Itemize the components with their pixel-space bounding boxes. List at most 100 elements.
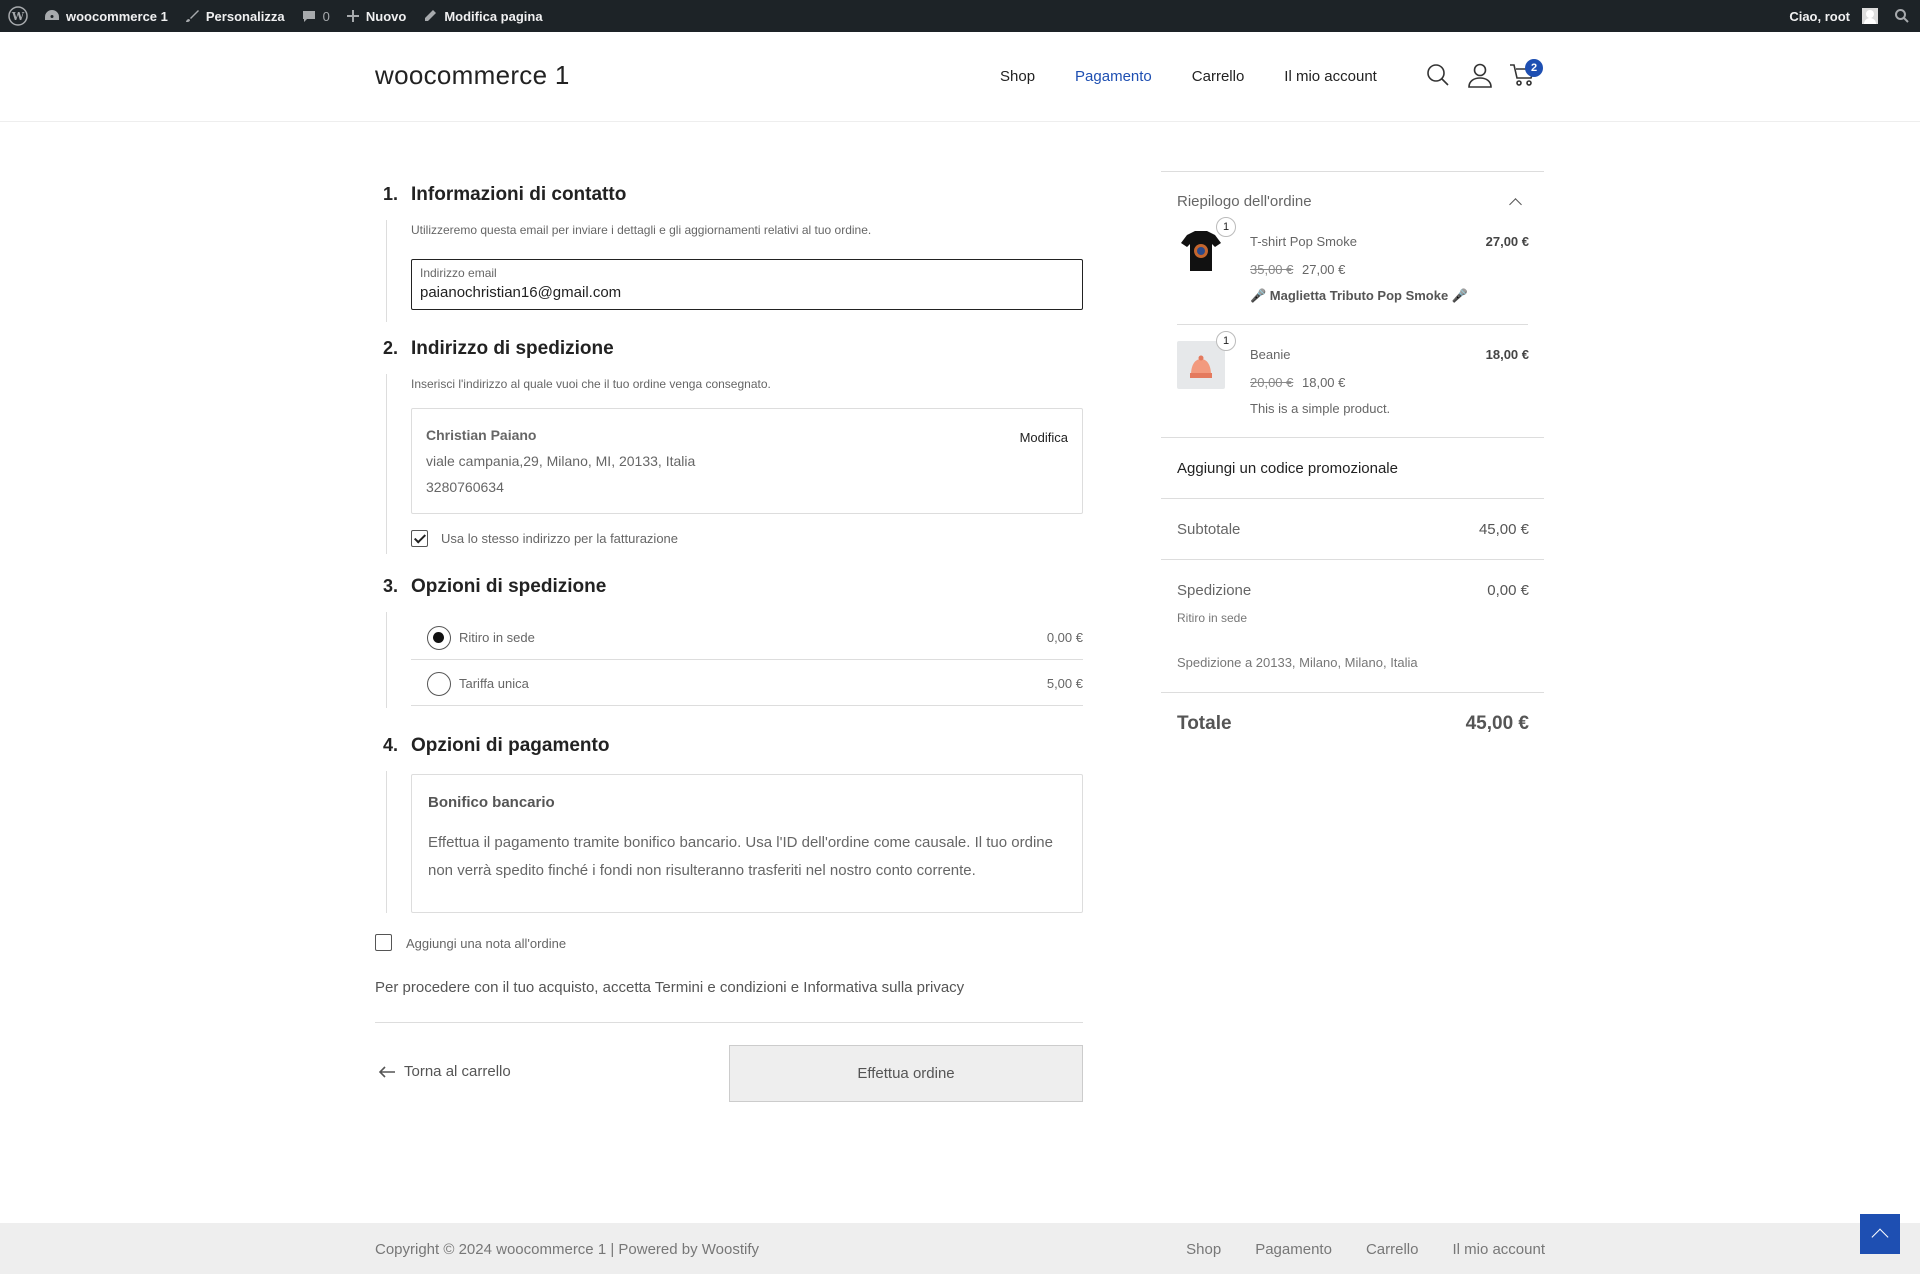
step-2-number: 2. <box>383 338 399 358</box>
search-icon[interactable] <box>1425 62 1451 88</box>
item-name: T-shirt Pop Smoke <box>1250 234 1357 249</box>
order-note-checkbox[interactable] <box>375 934 392 951</box>
same-billing-checkbox[interactable] <box>411 530 428 547</box>
shipping-option-name: Ritiro in sede <box>459 630 535 645</box>
main-nav: Shop Pagamento Carrello Il mio account <box>1000 68 1417 85</box>
arrow-left-icon <box>378 1065 395 1078</box>
shipping-method-label: Ritiro in sede <box>1177 611 1248 625</box>
subtotal-label: Subtotale <box>1177 521 1241 538</box>
nav-account[interactable]: Il mio account <box>1284 68 1377 85</box>
admin-edit-page-link[interactable]: Modifica pagina <box>414 0 550 32</box>
item-quantity-badge: 1 <box>1216 217 1236 237</box>
back-to-cart-label: Torna al carrello <box>404 1063 511 1080</box>
brush-icon <box>185 10 199 22</box>
shipping-option-flat-rate[interactable]: Tariffa unica 5,00 € <box>411 660 1083 706</box>
total-label: Totale <box>1177 713 1232 734</box>
footer-nav: Shop Pagamento Carrello Il mio account <box>1186 1241 1545 1258</box>
admin-comments-count: 0 <box>322 8 330 24</box>
total-value: 45,00 € <box>1465 713 1529 734</box>
admin-account-link[interactable]: Ciao, root <box>1781 0 1886 32</box>
site-header: woocommerce 1 Shop Pagamento Carrello Il… <box>0 32 1920 122</box>
admin-greeting: Ciao, root <box>1789 8 1850 24</box>
shipping-option-pickup[interactable]: Ritiro in sede 0,00 € <box>411 614 1083 660</box>
scroll-to-top-button[interactable] <box>1860 1214 1900 1254</box>
order-note-label: Aggiungi una nota all'ordine <box>406 936 567 951</box>
admin-customize-link[interactable]: Personalizza <box>176 0 293 32</box>
payment-method-card[interactable]: Bonifico bancario Effettua il pagamento … <box>411 774 1083 913</box>
summary-divider <box>1161 437 1544 438</box>
shipping-radio-flat-rate[interactable] <box>427 672 451 696</box>
footer-nav-carrello[interactable]: Carrello <box>1366 1241 1419 1258</box>
email-field[interactable]: Indirizzo email paianochristian16@gmail.… <box>411 259 1083 310</box>
beanie-thumbnail <box>1177 341 1225 389</box>
divider <box>375 1022 1083 1023</box>
pencil-icon <box>425 10 437 21</box>
place-order-button[interactable]: Effettua ordine <box>729 1045 1083 1102</box>
item-sale-price: 18,00 € <box>1302 375 1346 390</box>
item-price: 27,00 € <box>1485 234 1529 249</box>
subtotal-value: 45,00 € <box>1478 521 1529 538</box>
admin-search-icon[interactable] <box>1886 0 1920 32</box>
plus-icon <box>346 10 359 22</box>
admin-bar: W woocommerce 1 Personalizza 0 Nuovo Mod… <box>0 0 1920 32</box>
step-1-title: Informazioni di contatto <box>411 184 627 205</box>
footer-nav-shop[interactable]: Shop <box>1186 1241 1221 1258</box>
footer-nav-account[interactable]: Il mio account <box>1452 1241 1545 1258</box>
shipping-option-name: Tariffa unica <box>459 676 529 691</box>
edit-address-button[interactable]: Modifica <box>1020 430 1068 445</box>
item-divider <box>1177 324 1528 325</box>
email-field-label: Indirizzo email <box>420 266 497 280</box>
admin-new-link[interactable]: Nuovo <box>338 0 414 32</box>
shipping-radio-pickup[interactable] <box>427 626 451 650</box>
admin-new-label: Nuovo <box>365 8 407 24</box>
step-1-number: 1. <box>383 184 399 204</box>
step-3-number: 3. <box>383 576 399 596</box>
summary-divider <box>1161 559 1544 560</box>
step-4-line <box>386 771 387 913</box>
site-title[interactable]: woocommerce 1 <box>375 60 570 91</box>
step-1-line <box>386 220 387 322</box>
add-coupon-link[interactable]: Aggiungi un codice promozionale <box>1177 460 1398 477</box>
dashboard-icon <box>45 10 59 20</box>
shipping-option-price: 5,00 € <box>1046 676 1083 691</box>
item-description: 🎤 Maglietta Tributo Pop Smoke 🎤 <box>1250 288 1469 303</box>
step-2-title: Indirizzo di spedizione <box>411 338 614 359</box>
shipping-address-card: Christian Paiano viale campania,29, Mila… <box>411 408 1083 514</box>
svg-text:W: W <box>11 10 25 23</box>
payment-method-title: Bonifico bancario <box>428 794 555 811</box>
user-icon[interactable] <box>1467 62 1493 88</box>
footer-nav-pagamento[interactable]: Pagamento <box>1255 1241 1332 1258</box>
same-billing-label: Usa lo stesso indirizzo per la fatturazi… <box>441 531 679 546</box>
admin-site-link[interactable]: woocommerce 1 <box>36 0 176 32</box>
item-old-price: 20,00 € <box>1250 375 1294 390</box>
item-name: Beanie <box>1250 347 1291 362</box>
address-phone: 3280760634 <box>426 479 504 495</box>
order-summary-toggle[interactable]: Riepilogo dell'ordine <box>1177 193 1312 210</box>
tshirt-thumbnail <box>1177 227 1225 275</box>
item-sale-price: 27,00 € <box>1302 262 1346 277</box>
nav-pagamento[interactable]: Pagamento <box>1075 68 1152 85</box>
payment-method-description: Effettua il pagamento tramite bonifico b… <box>428 834 1053 879</box>
shipping-value: 0,00 € <box>1487 582 1529 599</box>
nav-carrello[interactable]: Carrello <box>1192 68 1245 85</box>
admin-customize-label: Personalizza <box>205 8 285 24</box>
nav-shop[interactable]: Shop <box>1000 68 1035 85</box>
email-field-value[interactable]: paianochristian16@gmail.com <box>420 284 621 301</box>
back-to-cart-link[interactable]: Torna al carrello <box>378 1063 511 1080</box>
shipping-label: Spedizione <box>1177 582 1252 599</box>
step-1-description: Utilizzeremo questa email per inviare i … <box>411 223 872 237</box>
item-quantity-badge: 1 <box>1216 331 1236 351</box>
address-line: viale campania,29, Milano, MI, 20133, It… <box>426 453 696 469</box>
cart-count-badge: 2 <box>1525 59 1543 77</box>
step-4-title: Opzioni di pagamento <box>411 735 610 756</box>
step-2-description: Inserisci l'indirizzo al quale vuoi che … <box>411 377 771 391</box>
comment-icon <box>302 11 315 22</box>
item-price: 18,00 € <box>1485 347 1529 362</box>
chevron-up-icon[interactable] <box>1509 198 1522 211</box>
site-footer: Copyright © 2024 woocommerce 1 | Powered… <box>0 1223 1920 1274</box>
summary-top-border <box>1161 171 1544 172</box>
item-old-price: 35,00 € <box>1250 262 1294 277</box>
wordpress-logo-icon[interactable]: W <box>0 0 36 32</box>
avatar <box>1862 8 1878 24</box>
admin-comments-link[interactable]: 0 <box>293 0 338 32</box>
